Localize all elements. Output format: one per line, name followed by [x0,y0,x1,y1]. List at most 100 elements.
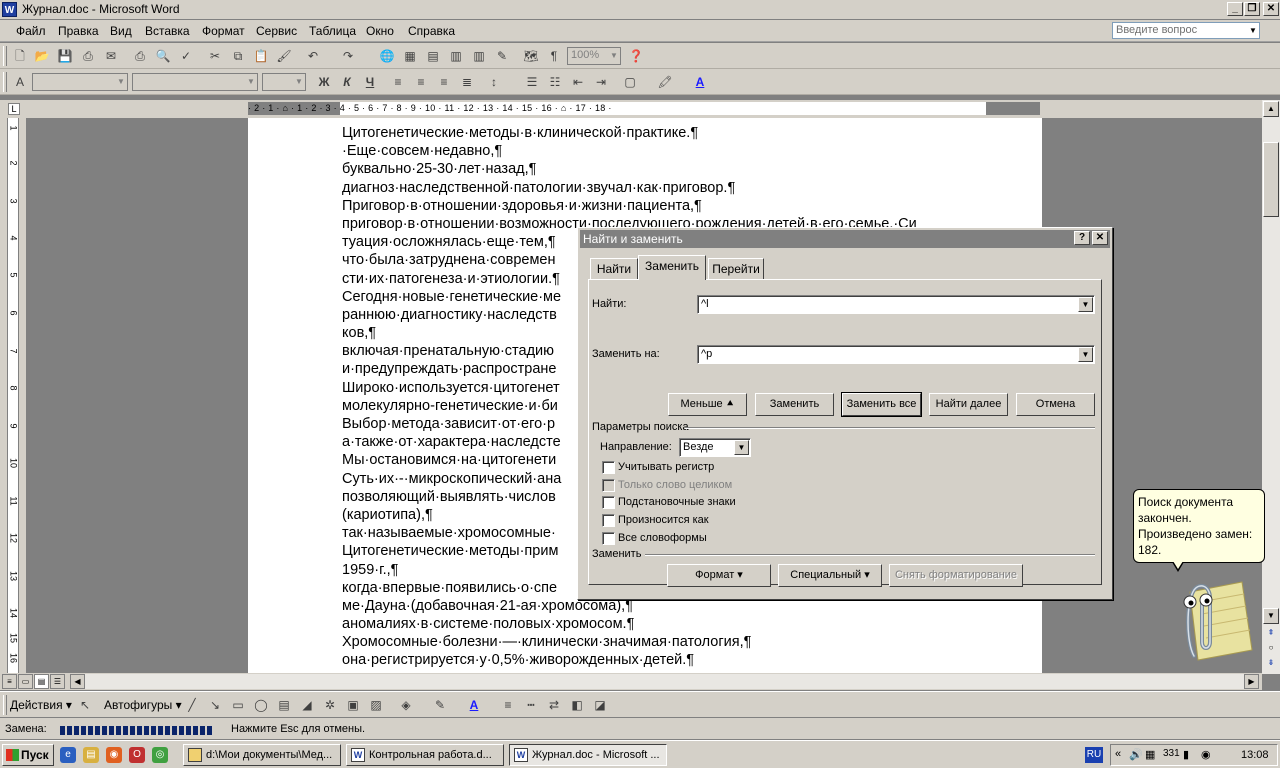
cut-icon[interactable]: ✂ [205,47,225,65]
shadow-style-icon[interactable]: ◧ [567,696,587,714]
toolbar-grip[interactable] [3,46,7,66]
chevron-down-icon[interactable]: ▼ [734,440,749,455]
word-forms-checkbox[interactable] [602,532,615,545]
tray-network-icon[interactable]: ▦ [1145,748,1155,761]
oval-tool-icon[interactable]: ◯ [251,696,271,714]
previous-page-icon[interactable]: ⇞ [1263,626,1279,642]
print-preview-icon[interactable]: 🔍 [153,47,173,65]
print-icon[interactable]: ⎙ [130,47,150,65]
spelling-icon[interactable]: ✓ [176,47,196,65]
arrow-style-icon[interactable]: ⇄ [544,696,564,714]
textbox-icon[interactable]: ▤ [274,696,294,714]
sounds-like-checkbox[interactable] [602,514,615,527]
clock[interactable]: 13:08 [1241,749,1269,761]
align-left-icon[interactable]: ≡ [388,73,408,91]
quicklaunch-app-icon[interactable]: ◎ [152,747,168,763]
scroll-thumb[interactable] [1263,142,1279,217]
paste-icon[interactable]: 📋 [251,47,271,65]
draw-font-color-icon[interactable]: A [464,696,484,714]
underline-button[interactable]: Ч [360,73,380,91]
scroll-down-icon[interactable]: ▼ [1263,608,1279,624]
increase-indent-icon[interactable]: ⇥ [591,73,611,91]
font-color-icon[interactable]: A [690,73,710,91]
insert-excel-icon[interactable]: ▥ [446,47,466,65]
permission-icon[interactable]: ⎙ [78,47,98,65]
word-app-icon[interactable]: W [2,2,17,17]
numbering-icon[interactable]: ☰ [522,73,542,91]
drawing-icon[interactable]: ✎ [492,47,512,65]
normal-view-icon[interactable]: ≡ [2,674,17,689]
chevron-down-icon[interactable]: ▼ [1248,24,1258,37]
tables-borders-icon[interactable]: ▦ [400,47,420,65]
style-select[interactable]: ▼ [32,73,128,91]
assistant-balloon[interactable]: Поиск документа закончен. Произведено за… [1133,489,1265,572]
direction-select[interactable]: Везде ▼ [679,438,751,457]
bullets-icon[interactable]: ☷ [545,73,565,91]
tray-app-icon[interactable]: ▮ [1183,748,1189,761]
styles-formatting-icon[interactable]: A [10,73,30,91]
scroll-right-icon[interactable]: ▶ [1244,674,1259,689]
menu-tools[interactable]: Сервис [256,24,297,38]
line-color-icon[interactable]: ✎ [430,696,450,714]
scroll-up-icon[interactable]: ▲ [1263,101,1279,117]
menu-window[interactable]: Окно [366,24,394,38]
wildcards-checkbox[interactable] [602,496,615,509]
line-spacing-icon[interactable]: ↕ [484,73,504,91]
bold-button[interactable]: Ж [314,73,334,91]
highlight-icon[interactable]: 🖍 [655,73,675,91]
draw-actions-menu[interactable]: Действия ▾ [10,698,72,712]
font-size-select[interactable]: ▼ [262,73,306,91]
select-browse-object-icon[interactable]: ○ [1263,641,1279,657]
menu-view[interactable]: Вид [110,24,132,38]
fill-color-icon[interactable]: ◈ [396,696,416,714]
match-case-checkbox[interactable] [602,461,615,474]
replace-input[interactable]: ^p ▼ [697,345,1095,364]
arrow-tool-icon[interactable]: ↘ [205,696,225,714]
close-window-button[interactable]: ✕ [1263,2,1279,16]
help-icon[interactable]: ❓ [626,47,646,65]
find-replace-dialog[interactable]: Найти и заменить ? ✕ Найти Заменить Пере… [577,227,1113,600]
insert-table-icon[interactable]: ▤ [423,47,443,65]
tab-goto[interactable]: Перейти [708,258,764,280]
print-layout-icon[interactable]: ▤ [34,674,49,689]
less-button[interactable]: Меньше ⯅ [668,393,747,416]
dialog-help-button[interactable]: ? [1074,231,1090,245]
ie-icon[interactable]: e [60,747,76,763]
tray-volume-icon[interactable]: 🔊 [1129,748,1143,761]
line-tool-icon[interactable]: ╱ [182,696,202,714]
tab-replace[interactable]: Заменить [638,255,706,280]
rectangle-tool-icon[interactable]: ▭ [228,696,248,714]
zoom-select[interactable]: 100% ▼ [567,47,621,65]
chevron-down-icon[interactable]: ▼ [1078,347,1093,362]
find-next-button[interactable]: Найти далее [929,393,1008,416]
open-folder-icon[interactable]: 📂 [32,47,52,65]
save-icon[interactable]: 💾 [55,47,75,65]
justify-icon[interactable]: ≣ [457,73,477,91]
insert-picture-icon[interactable]: ▨ [366,696,386,714]
tab-find[interactable]: Найти [590,258,638,280]
show-hide-icon[interactable]: ¶ [544,47,564,65]
menu-help[interactable]: Справка [408,24,455,38]
cancel-button[interactable]: Отмена [1016,393,1095,416]
web-view-icon[interactable]: ▭ [18,674,33,689]
autoshapes-menu[interactable]: Автофигуры ▾ [104,698,182,712]
clipart-icon[interactable]: ▣ [343,696,363,714]
opera-icon[interactable]: O [129,747,145,763]
borders-icon[interactable]: ▢ [620,73,640,91]
restore-button[interactable]: ❐ [1244,2,1260,16]
chevron-down-icon[interactable]: ▼ [1078,297,1093,312]
3d-style-icon[interactable]: ◪ [590,696,610,714]
align-right-icon[interactable]: ≡ [434,73,454,91]
diagram-icon[interactable]: ✲ [320,696,340,714]
dialog-close-button[interactable]: ✕ [1092,231,1108,245]
email-icon[interactable]: ✉ [101,47,121,65]
select-objects-icon[interactable]: ↖ [75,696,95,714]
tray-expand-icon[interactable]: « [1115,748,1121,760]
toolbar-grip[interactable] [3,72,7,92]
task-word-control[interactable]: W Контрольная работа.d... [346,744,504,766]
align-center-icon[interactable]: ≡ [411,73,431,91]
tab-selector[interactable]: L [8,103,20,115]
menu-insert[interactable]: Вставка [145,24,190,38]
columns-icon[interactable]: ▥ [469,47,489,65]
format-painter-icon[interactable]: 🖌 [274,47,294,65]
